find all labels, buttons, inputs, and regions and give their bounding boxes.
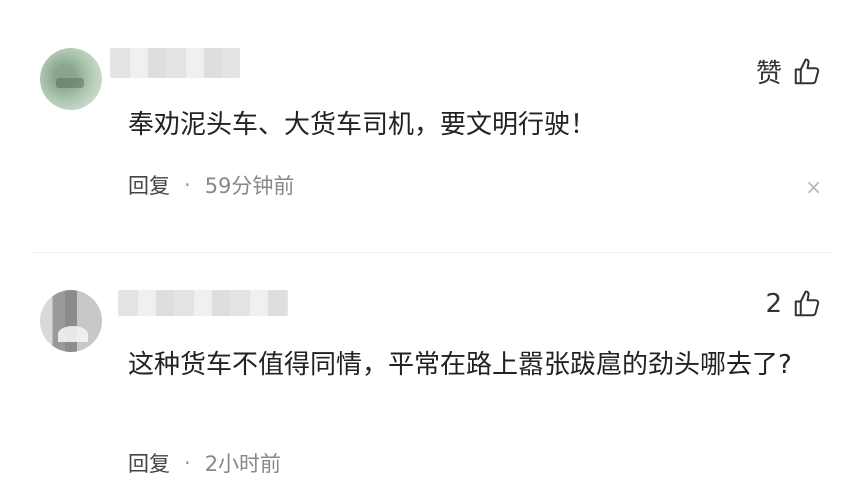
- avatar[interactable]: [40, 290, 102, 352]
- close-icon[interactable]: ×: [805, 175, 822, 199]
- comment-item: 2 这种货车不值得同情，平常在路上嚣张跋扈的劲头哪去了? 回复 · 2小时前: [0, 260, 862, 476]
- reply-button[interactable]: 回复: [128, 448, 170, 478]
- like-label: 赞: [755, 59, 782, 89]
- username-blurred: [110, 48, 240, 78]
- timestamp: 2小时前: [204, 452, 282, 476]
- like-button[interactable]: 赞: [756, 53, 822, 90]
- separator-dot: ·: [184, 173, 191, 197]
- timestamp: 59分钟前: [204, 174, 295, 198]
- avatar[interactable]: [40, 48, 102, 110]
- comment-meta: 回复 · 2小时前: [128, 448, 281, 478]
- username-blurred: [118, 290, 288, 316]
- thumbs-up-icon: [792, 57, 822, 87]
- like-count: 2: [765, 289, 782, 319]
- reply-button[interactable]: 回复: [128, 170, 170, 200]
- comment-text: 奉劝泥头车、大货车司机，要文明行驶！: [128, 110, 597, 140]
- comment-item: 赞 奉劝泥头车、大货车司机，要文明行驶！ 回复 · 59分钟前 ×: [0, 0, 862, 250]
- comment-meta: 回复 · 59分钟前: [128, 170, 294, 200]
- divider: [30, 252, 832, 253]
- thumbs-up-icon: [792, 289, 822, 319]
- like-button[interactable]: 2: [765, 289, 822, 319]
- separator-dot: ·: [184, 451, 191, 475]
- comment-text: 这种货车不值得同情，平常在路上嚣张跋扈的劲头哪去了?: [128, 350, 792, 380]
